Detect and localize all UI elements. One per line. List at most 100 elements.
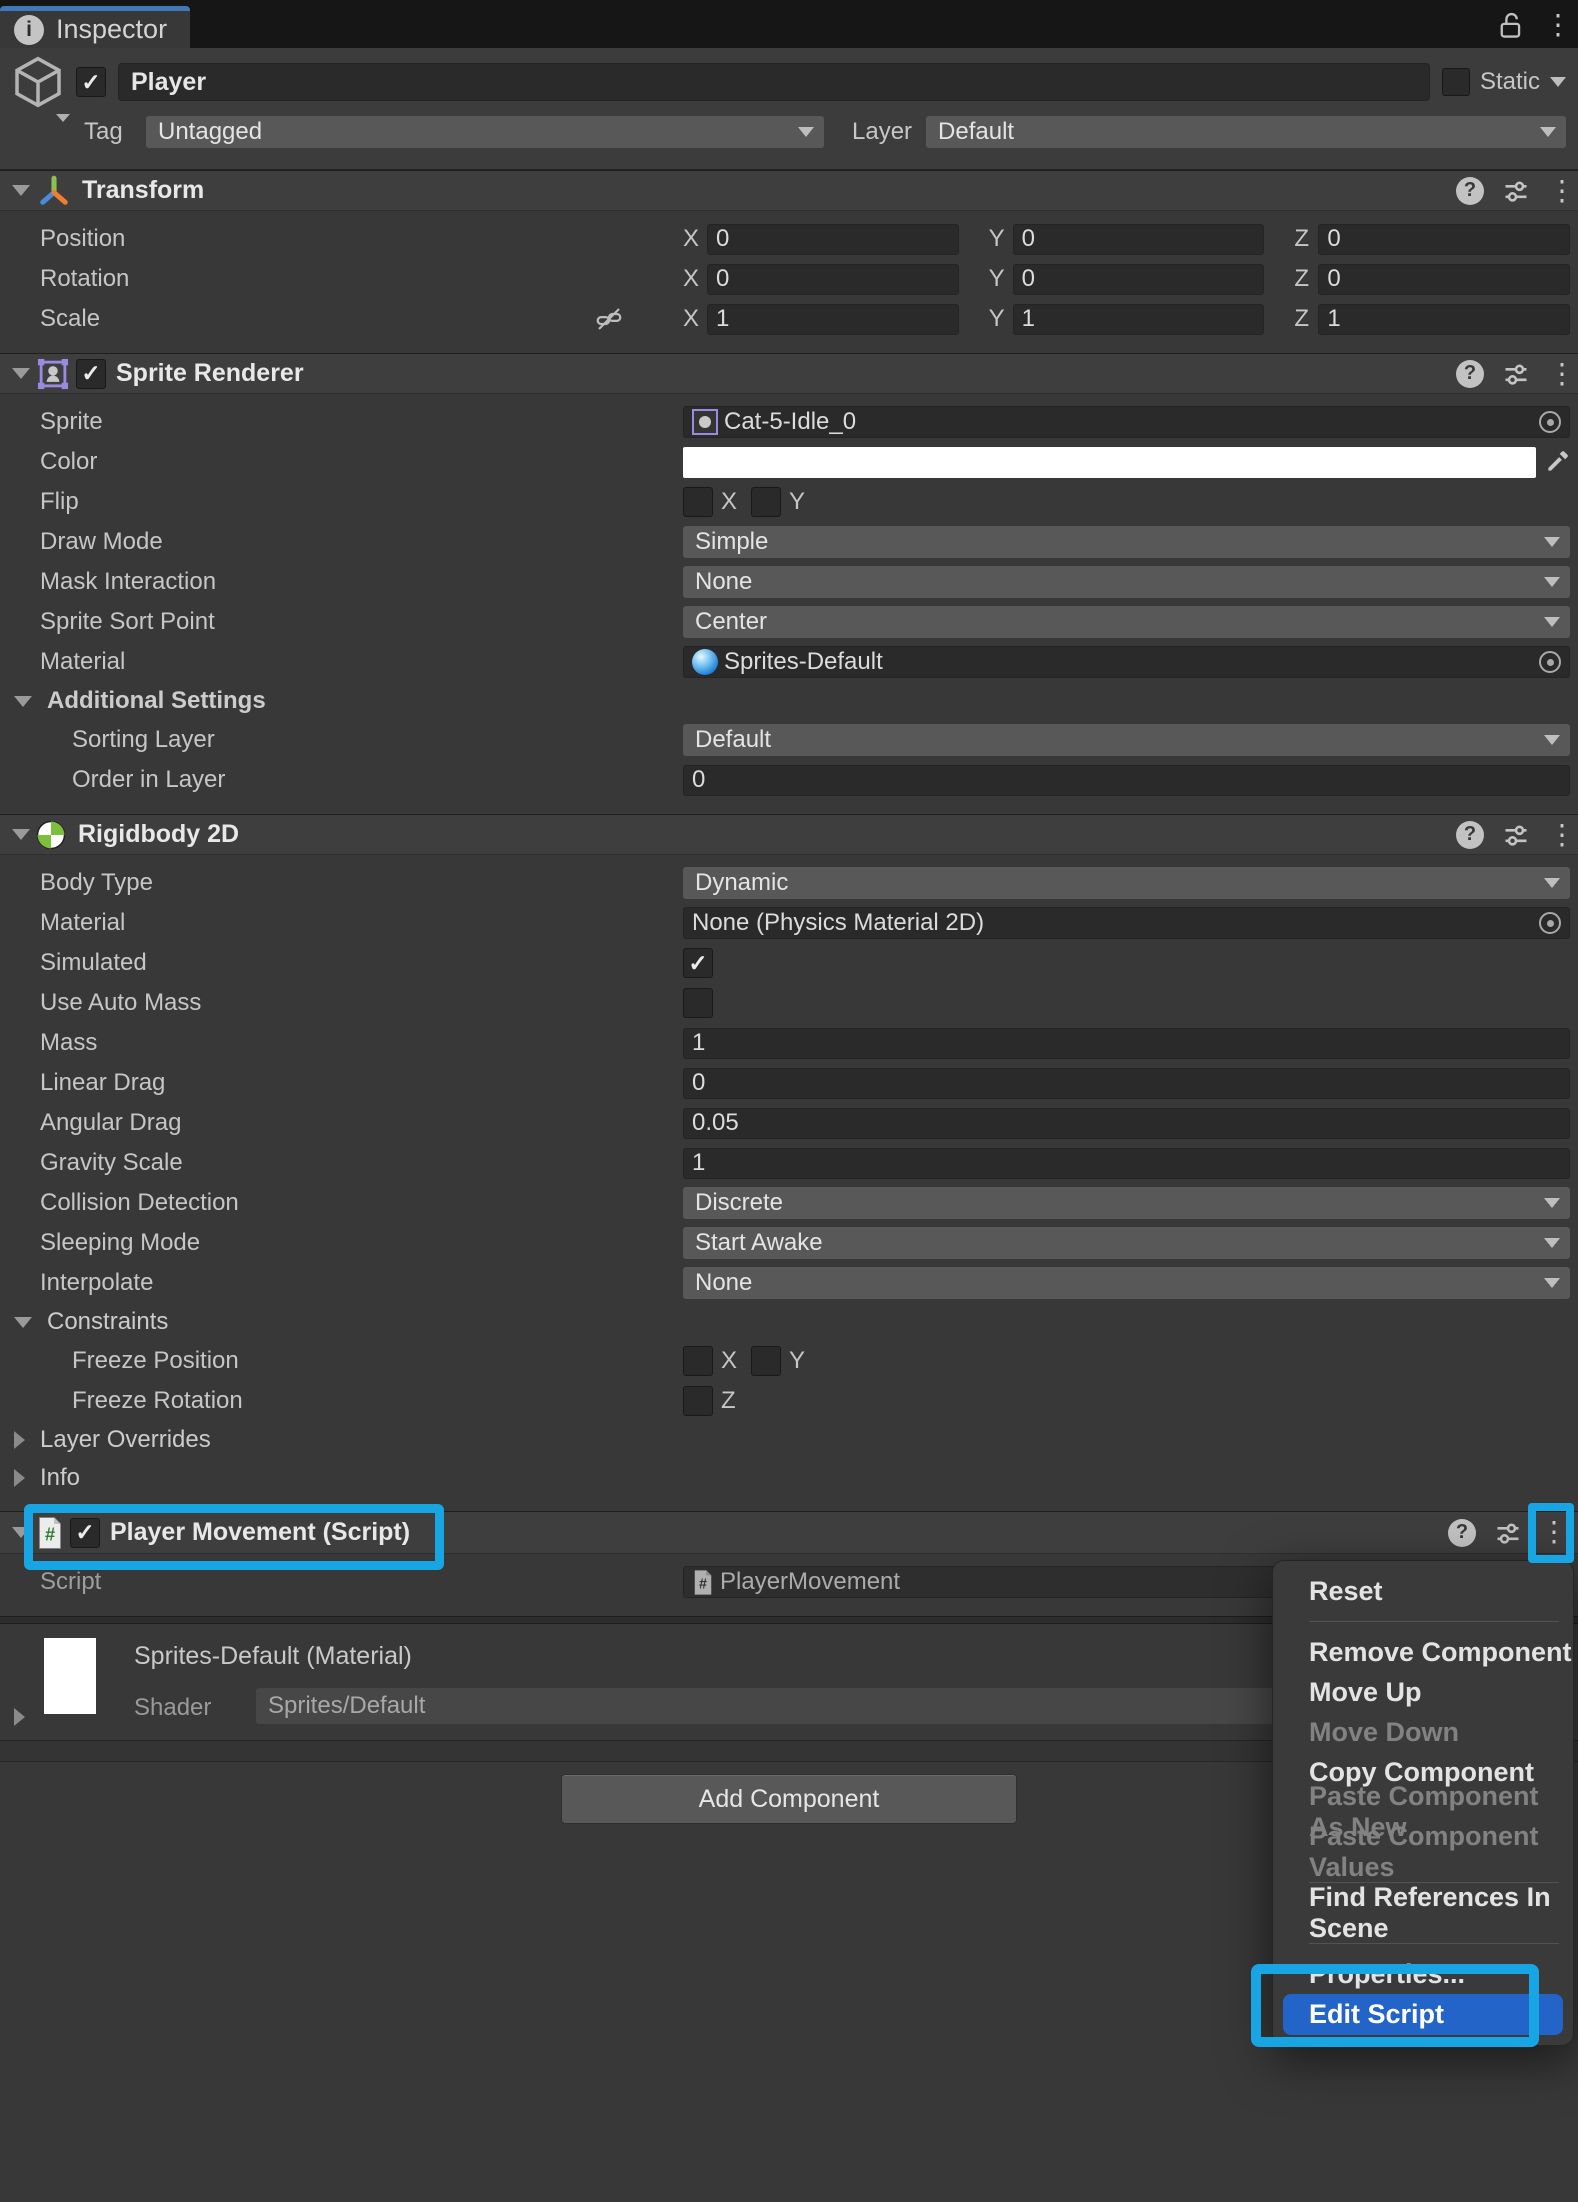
svg-text:#: #	[699, 1576, 707, 1592]
layer-overrides-foldout-icon	[14, 1431, 25, 1449]
menu-item-move-down: Move Down	[1273, 1712, 1573, 1752]
sorting-layer-row: Sorting Layer Default	[0, 720, 1578, 760]
flip-y-checkbox[interactable]	[751, 487, 781, 517]
order-in-layer-field[interactable]	[683, 765, 1570, 796]
rigidbody2d-presets-icon[interactable]	[1502, 821, 1530, 849]
info-foldout[interactable]: Info	[0, 1459, 1578, 1497]
sprite-object-field[interactable]: Cat-5-Idle_0	[683, 406, 1570, 438]
menu-item-find-references-in-scene[interactable]: Find References In Scene	[1273, 1893, 1573, 1933]
eyedropper-icon[interactable]	[1544, 449, 1570, 475]
rb-material-value: None (Physics Material 2D)	[692, 909, 984, 937]
menu-item-move-up[interactable]: Move Up	[1273, 1672, 1573, 1712]
linear-drag-row: Linear Drag	[0, 1063, 1578, 1103]
gameobject-cube-icon[interactable]	[10, 54, 76, 110]
rotation-label: Rotation	[40, 265, 683, 293]
gameobject-active-checkbox[interactable]: ✓	[76, 67, 106, 97]
freeze-rotation-z-checkbox[interactable]	[683, 1386, 713, 1416]
sorting-layer-value: Default	[695, 726, 771, 754]
axis-z-label: Z	[1294, 265, 1318, 293]
layer-overrides-foldout[interactable]: Layer Overrides	[0, 1421, 1578, 1459]
layer-dropdown[interactable]: Default	[926, 116, 1566, 148]
sr-material-picker-icon[interactable]	[1539, 651, 1561, 673]
simulated-checkbox[interactable]: ✓	[683, 948, 713, 978]
scale-y-field[interactable]	[1013, 304, 1265, 335]
scale-row: Scale X Y Z	[0, 299, 1578, 339]
menu-item-reset[interactable]: Reset	[1273, 1571, 1573, 1611]
constrain-proportions-icon[interactable]	[594, 304, 624, 334]
sprite-object-picker-icon[interactable]	[1539, 411, 1561, 433]
color-swatch[interactable]	[683, 447, 1536, 478]
rotation-x-field[interactable]	[707, 264, 959, 295]
sprite-renderer-kebab-icon[interactable]: ⋮	[1548, 359, 1568, 389]
use-auto-mass-checkbox[interactable]	[683, 988, 713, 1018]
linear-drag-field[interactable]	[683, 1068, 1570, 1099]
sprite-renderer-help-icon[interactable]: ?	[1456, 360, 1484, 388]
menu-item-edit-script[interactable]: Edit Script	[1283, 1994, 1563, 2035]
scale-x-field[interactable]	[707, 304, 959, 335]
unlock-icon[interactable]	[1498, 10, 1524, 40]
interpolate-dropdown[interactable]: None	[683, 1267, 1570, 1299]
sleeping-mode-caret-icon	[1544, 1238, 1560, 1248]
body-type-dropdown[interactable]: Dynamic	[683, 867, 1570, 899]
draw-mode-label: Draw Mode	[40, 528, 683, 556]
rigidbody2d-foldout-icon[interactable]	[12, 829, 30, 840]
tag-dropdown[interactable]: Untagged	[146, 116, 824, 148]
gameobject-name-field[interactable]	[118, 63, 1430, 101]
transform-help-icon[interactable]: ?	[1456, 177, 1484, 205]
additional-settings-foldout[interactable]: Additional Settings	[0, 682, 1578, 720]
transform-kebab-icon[interactable]: ⋮	[1548, 176, 1568, 206]
position-row: Position X Y Z	[0, 219, 1578, 259]
axis-y-label: Y	[989, 265, 1013, 293]
body-type-caret-icon	[1544, 878, 1560, 888]
static-checkbox[interactable]	[1442, 68, 1470, 96]
position-x-field[interactable]	[707, 224, 959, 255]
rotation-z-field[interactable]	[1318, 264, 1570, 295]
static-dropdown-caret[interactable]	[1550, 77, 1566, 87]
gameobject-icon-caret[interactable]	[56, 114, 70, 122]
rigidbody2d-kebab-icon[interactable]: ⋮	[1548, 820, 1568, 850]
rb-material-object-field[interactable]: None (Physics Material 2D)	[683, 907, 1570, 939]
menu-item-properties[interactable]: Properties...	[1273, 1954, 1573, 1994]
add-component-button[interactable]: Add Component	[561, 1774, 1017, 1824]
freeze-position-x-checkbox[interactable]	[683, 1346, 713, 1376]
menu-item-remove-component[interactable]: Remove Component	[1273, 1632, 1573, 1672]
mask-interaction-dropdown[interactable]: None	[683, 566, 1570, 598]
position-z-field[interactable]	[1318, 224, 1570, 255]
player-movement-help-icon[interactable]: ?	[1448, 1519, 1476, 1547]
sleeping-mode-dropdown[interactable]: Start Awake	[683, 1227, 1570, 1259]
sprite-row: Sprite Cat-5-Idle_0	[0, 402, 1578, 442]
scale-z-field[interactable]	[1318, 304, 1570, 335]
gameobject-header: ✓ Static Tag Untagged Layer Default	[0, 48, 1578, 170]
player-movement-foldout-icon[interactable]	[12, 1527, 30, 1538]
sprite-renderer-foldout-icon[interactable]	[12, 368, 30, 379]
rotation-y-field[interactable]	[1013, 264, 1265, 295]
angular-drag-field[interactable]	[683, 1108, 1570, 1139]
scale-label: Scale	[40, 305, 683, 333]
tab-inspector[interactable]: i Inspector	[0, 6, 190, 48]
position-y-field[interactable]	[1013, 224, 1265, 255]
mass-field[interactable]	[683, 1028, 1570, 1059]
rb-material-picker-icon[interactable]	[1539, 912, 1561, 934]
freeze-position-y-checkbox[interactable]	[751, 1346, 781, 1376]
gravity-scale-field[interactable]	[683, 1148, 1570, 1179]
sprite-sort-point-dropdown[interactable]: Center	[683, 606, 1570, 638]
rigidbody2d-help-icon[interactable]: ?	[1456, 821, 1484, 849]
inspector-kebab-icon[interactable]: ⋮	[1544, 10, 1564, 40]
material-preview-foldout-icon[interactable]	[14, 1708, 25, 1726]
player-movement-enabled-checkbox[interactable]: ✓	[70, 1518, 100, 1548]
player-movement-presets-icon[interactable]	[1494, 1519, 1522, 1547]
sr-material-object-field[interactable]: Sprites-Default	[683, 646, 1570, 678]
sprite-renderer-presets-icon[interactable]	[1502, 360, 1530, 388]
transform-foldout-icon[interactable]	[12, 185, 30, 196]
sorting-layer-dropdown[interactable]: Default	[683, 724, 1570, 756]
layer-value: Default	[938, 118, 1014, 146]
collision-detection-label: Collision Detection	[40, 1189, 683, 1217]
constraints-foldout[interactable]: Constraints	[0, 1303, 1578, 1341]
player-movement-kebab-icon[interactable]: ⋮	[1540, 1516, 1568, 1547]
draw-mode-dropdown[interactable]: Simple	[683, 526, 1570, 558]
sprite-renderer-enabled-checkbox[interactable]: ✓	[76, 359, 106, 389]
flip-x-checkbox[interactable]	[683, 487, 713, 517]
gravity-scale-label: Gravity Scale	[40, 1149, 683, 1177]
transform-presets-icon[interactable]	[1502, 177, 1530, 205]
collision-detection-dropdown[interactable]: Discrete	[683, 1187, 1570, 1219]
